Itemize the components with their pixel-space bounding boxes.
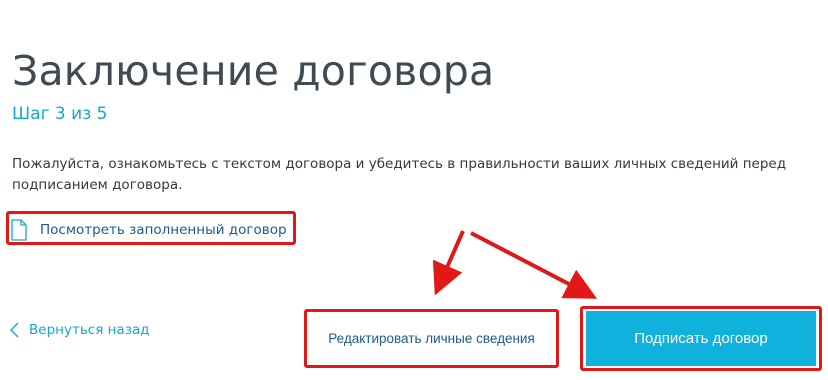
page-description: Пожалуйста, ознакомьтесь с текстом догов…: [12, 156, 787, 193]
edit-personal-button[interactable]: Редактировать личные сведения: [309, 314, 554, 363]
edit-personal-label: Редактировать личные сведения: [328, 331, 535, 346]
document-icon: [11, 219, 27, 241]
chevron-left-icon: [10, 322, 19, 338]
back-link[interactable]: Вернуться назад: [10, 322, 150, 338]
arrow-to-edit: [432, 230, 465, 296]
back-label: Вернуться назад: [29, 322, 150, 338]
sign-contract-button[interactable]: Подписать договор: [586, 311, 816, 366]
view-contract-label: Посмотреть заполненный договор: [40, 222, 287, 238]
step-indicator: Шаг 3 из 5: [12, 104, 108, 124]
arrow-to-sign: [470, 231, 598, 299]
view-contract-link[interactable]: Посмотреть заполненный договор: [11, 219, 287, 241]
sign-contract-label: Подписать договор: [634, 330, 768, 347]
page-title: Заключение договора: [12, 47, 495, 96]
contract-page: Заключение договора Шаг 3 из 5 Пожалуйст…: [0, 0, 828, 380]
